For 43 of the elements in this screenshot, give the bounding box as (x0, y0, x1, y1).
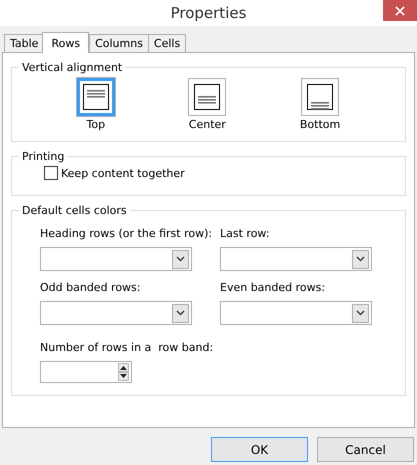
chevron-down-icon (176, 256, 185, 262)
chevron-down-icon (356, 310, 365, 316)
checkbox[interactable] (44, 166, 58, 180)
tab[interactable]: Cells (148, 34, 186, 52)
group-title: Printing (21, 150, 66, 163)
color-dropdown[interactable] (40, 247, 192, 271)
alignment-button[interactable] (301, 78, 340, 116)
alignment-label: Bottom (300, 118, 340, 131)
dropdown-button[interactable] (352, 250, 369, 268)
field-label: Even banded rows: (220, 281, 326, 294)
dropdown-button[interactable] (172, 304, 189, 322)
close-icon (395, 6, 405, 16)
alignment-icon (82, 84, 109, 110)
alignment-button[interactable] (188, 78, 226, 116)
chevron-down-icon (176, 310, 185, 316)
dialog-button[interactable]: OK (211, 437, 308, 462)
field-label: Odd banded rows: (40, 281, 142, 294)
dropdown-button[interactable] (172, 250, 189, 268)
window-title: Properties (170, 4, 246, 22)
alignment-label: Center (188, 118, 226, 131)
group-title: Default cells colors (21, 204, 128, 217)
group-title: Vertical alignment (21, 61, 124, 74)
alignment-label: Top (86, 118, 106, 131)
tab[interactable]: Rows (42, 32, 90, 53)
alignment-icon (194, 84, 220, 110)
spin-buttons[interactable] (118, 363, 129, 381)
color-dropdown[interactable] (220, 247, 372, 271)
field-label: Number of rows in a row band: (40, 341, 214, 354)
field-label: Heading rows (or the first row): (40, 227, 214, 240)
tab[interactable]: Table (4, 34, 44, 52)
alignment-icon (307, 84, 334, 110)
dialog-button[interactable]: Cancel (317, 437, 414, 462)
tab[interactable]: Columns (89, 34, 149, 52)
dropdown-button[interactable] (352, 304, 369, 322)
number-field[interactable] (40, 361, 132, 383)
checkbox-label: Keep content together (61, 166, 185, 180)
chevron-down-icon (356, 256, 365, 262)
up-down-arrows-icon (119, 364, 128, 380)
close-button[interactable] (383, 0, 417, 21)
field-label: Last row: (220, 227, 271, 240)
color-dropdown[interactable] (220, 301, 372, 325)
alignment-button[interactable] (76, 78, 115, 116)
color-dropdown[interactable] (40, 301, 192, 325)
